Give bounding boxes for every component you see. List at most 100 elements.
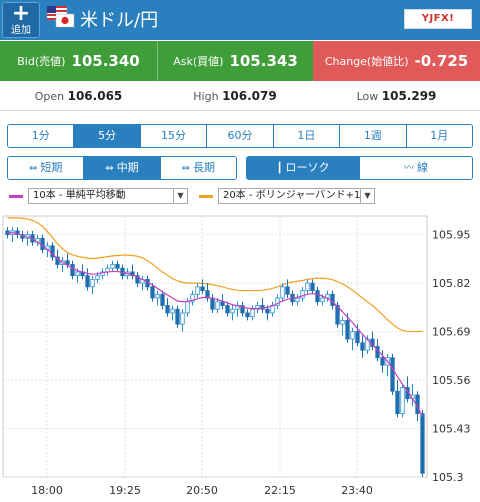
tab-long-term[interactable]: ⇔ 長期: [160, 157, 236, 179]
tab-mid-term[interactable]: ⇔ 中期: [84, 157, 161, 179]
y-tick-label: 105.95: [432, 229, 471, 242]
tab-15min[interactable]: 15分: [140, 125, 208, 147]
y-tick-label: 105.69: [432, 326, 471, 339]
candle: [90, 278, 95, 288]
add-pair-button[interactable]: + 追加: [2, 2, 40, 38]
x-tick-label: 20:50: [186, 484, 218, 497]
indicator-2-select[interactable]: 20本 - ボリンジャーバンド+1 ▼: [218, 188, 375, 204]
x-tick-label: 18:00: [31, 484, 63, 497]
tab-1min[interactable]: 1分: [8, 125, 75, 147]
open-stat: Open 106.065: [0, 81, 157, 111]
y-tick-label: 105.43: [432, 423, 471, 436]
low-value: 105.299: [381, 89, 437, 103]
candle: [185, 301, 190, 314]
tab-short-term[interactable]: ⇔ 短期: [8, 157, 85, 179]
price-chart[interactable]: 105.95 105.82 105.69 105.56 105.43 105.3 18:00…: [0, 212, 480, 502]
candle: [380, 357, 385, 366]
candle: [40, 237, 45, 250]
y-tick-label: 105.3: [432, 471, 464, 484]
candle: [230, 308, 235, 314]
bid-rate[interactable]: Bid(売値) 105.340: [0, 41, 157, 81]
tab-1day[interactable]: 1日: [273, 125, 341, 147]
open-label: Open: [34, 90, 65, 103]
candle: [330, 293, 335, 306]
chevron-down-icon: ▼: [173, 189, 187, 203]
high-stat: High 106.079: [157, 81, 313, 111]
indicator-1-select[interactable]: 10本 - 単純平均移動 ▼: [28, 188, 188, 204]
tab-mid-label: 中期: [116, 161, 139, 174]
indicator-2: 20本 - ボリンジャーバンド+1 ▼: [199, 188, 375, 204]
indicator-1-label: 10本 - 単純平均移動: [33, 190, 126, 201]
candlestick-icon: ┃: [276, 163, 283, 174]
open-value: 106.065: [67, 89, 123, 103]
candle: [95, 275, 100, 280]
tab-5min[interactable]: 5分: [74, 125, 141, 147]
us-jp-flag-icon: [47, 6, 75, 28]
candle: [310, 282, 315, 291]
candle: [300, 290, 305, 299]
candle: [340, 320, 345, 325]
change-rate: Change(始値比) -0.725: [313, 41, 480, 81]
candle: [400, 387, 405, 415]
x-tick-label: 19:25: [109, 484, 141, 497]
tab-candlestick[interactable]: ┃ ローソク: [247, 157, 360, 179]
range-icon: ⇔: [181, 163, 191, 174]
candle: [390, 357, 395, 392]
y-tick-label: 105.82: [432, 277, 471, 290]
header-bar: + 追加 米ドル/円 YJFX!: [0, 0, 480, 40]
ask-rate[interactable]: Ask(買値) 105.343: [157, 41, 313, 81]
candle: [175, 308, 180, 325]
range-icon: ⇔: [105, 163, 114, 174]
candle: [220, 301, 225, 306]
candle: [165, 305, 170, 314]
candle: [110, 264, 115, 269]
candle: [355, 331, 360, 344]
candle: [200, 286, 205, 291]
range-tabs: ⇔ 短期 ⇔ 中期 ⇔ 長期: [7, 156, 237, 180]
candle: [245, 312, 250, 318]
tab-candlestick-label: ローソク: [285, 161, 330, 174]
period-tabs: 1分 5分 15分 60分 1日 1週 1月: [7, 124, 473, 148]
high-value: 106.079: [222, 89, 277, 103]
tab-line[interactable]: 〰線: [360, 157, 472, 179]
candle: [250, 308, 255, 318]
candle: [350, 331, 355, 340]
bid-label: Bid(売値): [17, 55, 66, 68]
tab-line-label: 線: [417, 161, 428, 174]
low-label: Low: [356, 90, 379, 103]
indicator-1: 10本 - 単純平均移動 ▼: [9, 188, 188, 204]
candle: [85, 275, 90, 288]
line-chart-icon: 〰: [404, 163, 414, 174]
candle: [295, 297, 300, 303]
tab-60min[interactable]: 60分: [207, 125, 274, 147]
chart-type-tabs: ┃ ローソク 〰線: [246, 156, 473, 180]
tab-long-label: 長期: [193, 161, 216, 174]
pair-title: 米ドル/円: [80, 10, 159, 31]
low-stat: Low 105.299: [313, 81, 480, 111]
candle: [210, 297, 215, 310]
candle: [180, 312, 185, 325]
tab-1month[interactable]: 1月: [406, 125, 472, 147]
candle: [150, 286, 155, 299]
plus-icon: +: [11, 1, 31, 26]
ohlc-stats: Open 106.065 High 106.079 Low 105.299: [0, 81, 480, 111]
bid-value: 105.340: [71, 52, 140, 70]
indicator-1-swatch: [9, 194, 23, 198]
candle: [70, 264, 75, 277]
indicator-2-swatch: [199, 194, 213, 198]
candle: [160, 293, 165, 306]
tab-1week[interactable]: 1週: [340, 125, 407, 147]
ask-label: Ask(買値): [173, 55, 224, 68]
candle: [345, 320, 350, 340]
candle: [285, 286, 290, 295]
candle: [75, 271, 80, 277]
candle: [170, 308, 175, 314]
candle: [395, 390, 400, 415]
candle: [320, 297, 325, 303]
ask-value: 105.343: [229, 52, 298, 70]
candle: [115, 264, 120, 269]
candle: [315, 290, 320, 303]
candle: [215, 301, 220, 310]
x-tick-label: 22:15: [264, 484, 296, 497]
high-label: High: [193, 90, 219, 103]
